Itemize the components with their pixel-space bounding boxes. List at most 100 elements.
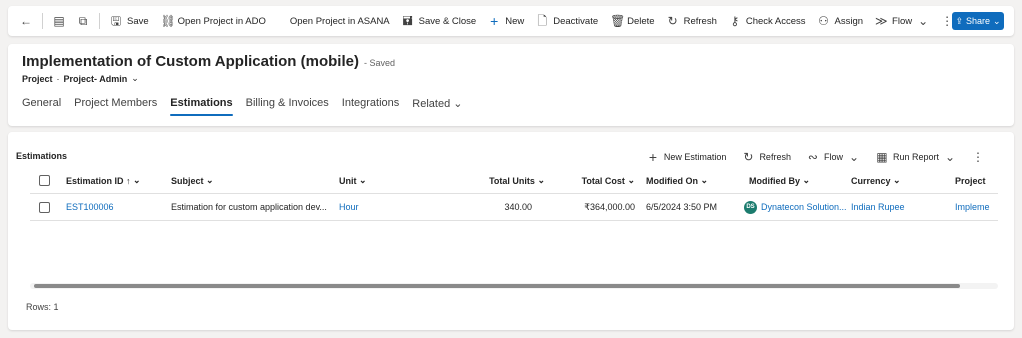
column-label: Currency xyxy=(851,175,891,186)
table-row[interactable]: EST100006 Estimation for custom applicat… xyxy=(30,194,998,221)
subgrid-refresh-label: Refresh xyxy=(759,152,791,162)
chevron-down-icon: ⌄ xyxy=(627,175,635,185)
currency-link[interactable]: Indian Rupee xyxy=(851,194,905,220)
chevron-down-icon: ⌄ xyxy=(537,175,545,185)
chevron-down-icon: ⌄ xyxy=(133,175,141,185)
column-header-modified-on[interactable]: Modified On ⌄ xyxy=(646,168,708,193)
record-set-button[interactable]: ▤ xyxy=(47,10,71,32)
column-label: Modified By xyxy=(749,175,800,186)
tab-billing-invoices[interactable]: Billing & Invoices xyxy=(246,97,329,116)
flow-icon: ∾ xyxy=(807,150,818,164)
back-arrow-icon: ← xyxy=(20,14,32,28)
save-icon: 🖫 xyxy=(110,14,122,28)
plus-icon: + xyxy=(648,149,657,165)
open-new-window-button[interactable]: ⧉ xyxy=(71,10,95,32)
column-header-currency[interactable]: Currency ⌄ xyxy=(851,168,901,193)
column-header-subject[interactable]: Subject ⌄ xyxy=(171,168,214,193)
column-header-modified-by[interactable]: Modified By ⌄ xyxy=(749,168,810,193)
entity-breadcrumb: Project · Project- Admin ⌄ xyxy=(22,73,139,84)
row-checkbox[interactable] xyxy=(39,201,50,213)
modified-by-label: Dynatecon Solution... xyxy=(761,202,847,212)
tab-related-label: Related xyxy=(412,98,451,110)
entity-name: Project xyxy=(22,73,53,84)
tab-general[interactable]: General xyxy=(22,97,61,116)
chevron-down-icon: ⌄ xyxy=(993,15,1001,26)
column-header-total-cost[interactable]: Total Cost ⌄ xyxy=(545,168,635,193)
chevron-down-icon: ⌄ xyxy=(893,175,901,185)
save-close-icon: 🖬 xyxy=(402,14,413,28)
chevron-down-icon[interactable]: ⌄ xyxy=(131,73,139,84)
chevron-down-icon: ⌄ xyxy=(802,175,811,185)
deactivate-button[interactable]: 🗋 Deactivate xyxy=(530,10,604,32)
subgrid-flow-button[interactable]: ∾ Flow ⌄ xyxy=(801,146,866,168)
new-estimation-button[interactable]: + New Estimation xyxy=(641,146,733,168)
tab-integrations[interactable]: Integrations xyxy=(342,97,399,116)
record-title: Implementation of Custom Application (mo… xyxy=(22,53,359,70)
column-label: Total Cost xyxy=(581,175,625,186)
total-cost-cell: ₹364,000.00 xyxy=(584,201,635,212)
flow-icon: ≫ xyxy=(875,14,888,28)
save-label: Save xyxy=(127,15,149,27)
share-button[interactable]: ⇪ Share ⌄ xyxy=(952,12,1004,30)
link-icon: ⛓ xyxy=(160,14,176,28)
chevron-down-icon: ⌄ xyxy=(918,14,929,28)
open-window-icon: ⧉ xyxy=(78,14,88,28)
trash-icon: 🗑 xyxy=(610,14,626,28)
delete-label: Delete xyxy=(627,15,655,27)
chevron-down-icon: ⌄ xyxy=(848,150,859,164)
new-estimation-label: New Estimation xyxy=(663,152,727,162)
column-label: Subject xyxy=(171,175,204,186)
row-count: Rows: 1 xyxy=(26,302,59,312)
open-project-ado-button[interactable]: ⛓ Open Project in ADO xyxy=(155,10,272,32)
person-icon: ⚇ xyxy=(818,14,829,28)
save-button[interactable]: 🖫 Save xyxy=(104,10,155,32)
total-units-cell: 340.00 xyxy=(504,202,532,212)
plus-icon: + xyxy=(490,13,499,29)
share-label: Share xyxy=(965,16,991,26)
horizontal-scrollbar-thumb[interactable] xyxy=(34,284,960,288)
chevron-down-icon: ⌄ xyxy=(944,150,956,164)
select-all-cell xyxy=(39,168,50,193)
select-all-checkbox[interactable] xyxy=(39,175,50,186)
refresh-button[interactable]: ↻ Refresh xyxy=(661,10,723,32)
check-access-label: Check Access xyxy=(745,15,806,27)
modified-by-link[interactable]: DS Dynatecon Solution... xyxy=(744,194,849,220)
delete-button[interactable]: 🗑 Delete xyxy=(604,10,660,32)
save-close-button[interactable]: 🖬 Save & Close xyxy=(396,10,483,32)
project-link[interactable]: Impleme xyxy=(955,194,998,220)
run-report-button[interactable]: ▦ Run Report ⌄ xyxy=(870,146,962,168)
back-button[interactable]: ← xyxy=(14,10,38,32)
form-selector[interactable]: Project- Admin xyxy=(64,74,128,84)
run-report-label: Run Report xyxy=(892,152,939,162)
column-header-total-units[interactable]: Total Units ⌄ xyxy=(450,168,545,193)
column-header-unit[interactable]: Unit ⌄ xyxy=(339,168,367,193)
unit-link[interactable]: Hour xyxy=(339,194,359,220)
tab-estimations[interactable]: Estimations xyxy=(170,97,234,116)
sort-ascending-icon: ↑ xyxy=(126,175,131,186)
subgrid-refresh-button[interactable]: ↻ Refresh xyxy=(736,146,797,168)
new-button[interactable]: + New xyxy=(482,10,530,32)
column-label: Estimation ID xyxy=(66,175,124,186)
check-access-button[interactable]: ⚷ Check Access xyxy=(723,10,812,32)
divider xyxy=(42,13,43,29)
chevron-down-icon: ⌄ xyxy=(700,175,709,185)
modified-on-cell: 6/5/2024 3:50 PM xyxy=(646,202,718,212)
subgrid-more-button[interactable]: ⋮ xyxy=(966,146,990,168)
assign-button[interactable]: ⚇ Assign xyxy=(812,10,870,32)
tab-related[interactable]: Related ⌄ xyxy=(412,97,462,116)
list-icon: ▤ xyxy=(53,14,65,28)
column-header-estimation-id[interactable]: Estimation ID ↑ ⌄ xyxy=(66,168,141,193)
estimation-id-link[interactable]: EST100006 xyxy=(66,194,114,220)
tab-project-members[interactable]: Project Members xyxy=(74,97,157,116)
grid-header-row: Estimation ID ↑ ⌄ Subject ⌄ Unit ⌄ Total… xyxy=(30,168,998,194)
flow-button[interactable]: ≫ Flow ⌄ xyxy=(869,10,935,32)
subgrid-flow-label: Flow xyxy=(823,152,843,162)
open-project-asana-button[interactable]: Open Project in ASANA xyxy=(284,10,396,32)
new-label: New xyxy=(505,15,525,27)
open-asana-label: Open Project in ASANA xyxy=(289,15,390,27)
row-select-cell xyxy=(39,194,50,220)
estimations-subgrid: Estimations + New Estimation ↻ Refresh ∾ Fl… xyxy=(8,132,1014,330)
key-icon: ⚷ xyxy=(730,14,740,28)
divider xyxy=(99,13,100,29)
column-header-project[interactable]: Project xyxy=(955,168,998,193)
